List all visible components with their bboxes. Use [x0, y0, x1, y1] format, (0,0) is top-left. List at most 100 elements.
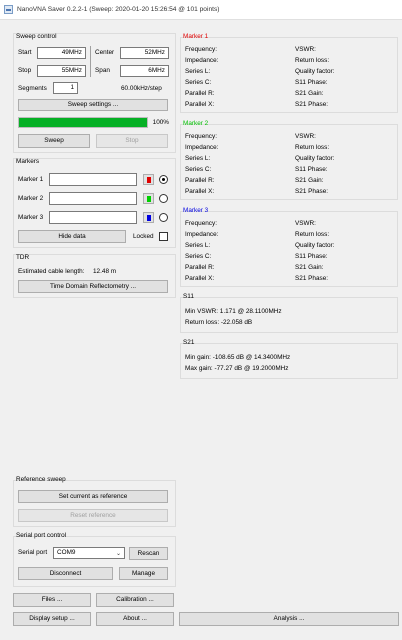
m3-s21-gain-label: S21 Gain:: [295, 264, 324, 271]
cable-length-value: 12.48 m: [93, 268, 117, 275]
m2-s11-phase-label: S11 Phase:: [295, 166, 328, 173]
tdr-title: TDR: [16, 254, 30, 261]
m2-s21-gain-label: S21 Gain:: [295, 177, 324, 184]
center-label: Center: [95, 49, 115, 56]
s21-max-gain: Max gain: -77.27 dB @ 19.2000MHz: [185, 365, 289, 372]
tdr-button[interactable]: Time Domain Reflectometry ...: [18, 280, 168, 293]
m1-series-l-label: Series L:: [185, 68, 211, 75]
span-input[interactable]: 6MHz: [120, 65, 169, 77]
m3-vswr-label: VSWR:: [295, 220, 316, 227]
center-input[interactable]: 52MHz: [120, 47, 169, 59]
segments-label: Segments: [18, 85, 47, 92]
marker-3-label: Marker 3: [18, 214, 44, 221]
marker-3-radio[interactable]: [159, 213, 168, 222]
marker-2-color-swatch: [147, 196, 151, 202]
s21-min-gain: Min gain: -108.65 dB @ 14.3400MHz: [185, 354, 291, 361]
m1-s11-phase-label: S11 Phase:: [295, 79, 328, 86]
marker-2-panel: Frequency: Impedance: Series L: Series C…: [180, 124, 398, 200]
marker-2-color-button[interactable]: [143, 193, 154, 204]
serial-port-label: Serial port: [18, 549, 48, 556]
m3-series-c-label: Series C:: [185, 253, 212, 260]
m2-return-loss-label: Return loss:: [295, 144, 330, 151]
m3-return-loss-label: Return loss:: [295, 231, 330, 238]
m3-s11-phase-label: S11 Phase:: [295, 253, 328, 260]
analysis-button[interactable]: Analysis ...: [179, 612, 399, 626]
stop-button[interactable]: Stop: [96, 134, 168, 148]
marker-2-radio[interactable]: [159, 194, 168, 203]
marker-1-label: Marker 1: [18, 176, 44, 183]
marker-3-panel: Frequency: Impedance: Series L: Series C…: [180, 211, 398, 287]
s21-title: S21: [183, 339, 195, 346]
m2-parallel-x-label: Parallel X:: [185, 188, 215, 195]
stop-input[interactable]: 55MHz: [37, 65, 86, 77]
m2-frequency-label: Frequency:: [185, 133, 217, 140]
s11-panel: Min VSWR: 1.171 @ 28.1100MHz Return loss…: [180, 297, 398, 333]
s11-title: S11: [183, 293, 194, 300]
m3-parallel-x-label: Parallel X:: [185, 275, 215, 282]
m3-s21-phase-label: S21 Phase:: [295, 275, 329, 282]
m1-parallel-r-label: Parallel R:: [185, 90, 215, 97]
reference-sweep-title: Reference sweep: [16, 476, 66, 483]
step-text: 60.00kHz/step: [121, 85, 162, 92]
disconnect-button[interactable]: Disconnect: [18, 567, 113, 580]
m3-impedance-label: Impedance:: [185, 231, 219, 238]
sweep-settings-button[interactable]: Sweep settings ...: [18, 99, 168, 111]
marker-2-label: Marker 2: [18, 195, 44, 202]
locked-label: Locked: [133, 233, 154, 240]
serial-port-value: COM9: [57, 549, 76, 556]
m1-vswr-label: VSWR:: [295, 46, 316, 53]
manage-button[interactable]: Manage: [119, 567, 168, 580]
title-bar: NanoVNA Saver 0.2.2-1 (Sweep: 2020-01-20…: [0, 0, 402, 20]
m3-frequency-label: Frequency:: [185, 220, 217, 227]
m2-quality-factor-label: Quality factor:: [295, 155, 335, 162]
m1-impedance-label: Impedance:: [185, 57, 219, 64]
m2-impedance-label: Impedance:: [185, 144, 219, 151]
display-setup-button[interactable]: Display setup ...: [13, 612, 91, 626]
m2-s21-phase-label: S21 Phase:: [295, 188, 329, 195]
serial-port-select[interactable]: COM9 ⌄: [53, 547, 125, 559]
m2-series-l-label: Series L:: [185, 155, 211, 162]
m1-frequency-label: Frequency:: [185, 46, 217, 53]
sweep-progress-fill: [19, 118, 147, 127]
marker-3-panel-title: Marker 3: [183, 207, 209, 214]
sweep-control-title: Sweep control: [16, 33, 57, 40]
s21-panel: Min gain: -108.65 dB @ 14.3400MHz Max ga…: [180, 343, 398, 379]
files-button[interactable]: Files ...: [13, 593, 91, 607]
sweep-progress-text: 100%: [152, 119, 169, 126]
m3-series-l-label: Series L:: [185, 242, 211, 249]
m1-s21-phase-label: S21 Phase:: [295, 101, 329, 108]
marker-1-radio[interactable]: [159, 175, 168, 184]
marker-3-color-swatch: [147, 215, 151, 221]
locked-checkbox[interactable]: [159, 232, 168, 241]
start-input[interactable]: 49MHz: [37, 47, 86, 59]
marker-1-color-swatch: [147, 177, 151, 183]
s11-return-loss: Return loss: -22.058 dB: [185, 319, 253, 326]
sweep-button[interactable]: Sweep: [18, 134, 90, 148]
marker-3-color-button[interactable]: [143, 212, 154, 223]
segments-input[interactable]: 1: [53, 82, 78, 94]
set-reference-button[interactable]: Set current as reference: [18, 490, 168, 503]
m3-quality-factor-label: Quality factor:: [295, 242, 335, 249]
m2-parallel-r-label: Parallel R:: [185, 177, 215, 184]
marker-1-color-button[interactable]: [143, 174, 154, 185]
rescan-button[interactable]: Rescan: [129, 547, 168, 560]
marker-3-input[interactable]: [49, 211, 137, 224]
marker-1-input[interactable]: [49, 173, 137, 186]
chevron-down-icon: ⌄: [115, 551, 121, 557]
marker-2-input[interactable]: [49, 192, 137, 205]
hide-data-button[interactable]: Hide data: [18, 230, 126, 243]
markers-title: Markers: [16, 158, 40, 165]
m2-vswr-label: VSWR:: [295, 133, 316, 140]
m1-s21-gain-label: S21 Gain:: [295, 90, 324, 97]
span-label: Span: [95, 67, 110, 74]
stop-label: Stop: [18, 67, 32, 74]
calibration-button[interactable]: Calibration ...: [96, 593, 174, 607]
about-button[interactable]: About ...: [96, 612, 174, 626]
cable-length-label: Estimated cable length:: [18, 268, 85, 275]
m1-quality-factor-label: Quality factor:: [295, 68, 335, 75]
m3-parallel-r-label: Parallel R:: [185, 264, 215, 271]
sweep-divider: [90, 46, 91, 77]
marker-1-panel: Frequency: Impedance: Series L: Series C…: [180, 37, 398, 113]
reset-reference-button[interactable]: Reset reference: [18, 509, 168, 522]
m1-return-loss-label: Return loss:: [295, 57, 330, 64]
